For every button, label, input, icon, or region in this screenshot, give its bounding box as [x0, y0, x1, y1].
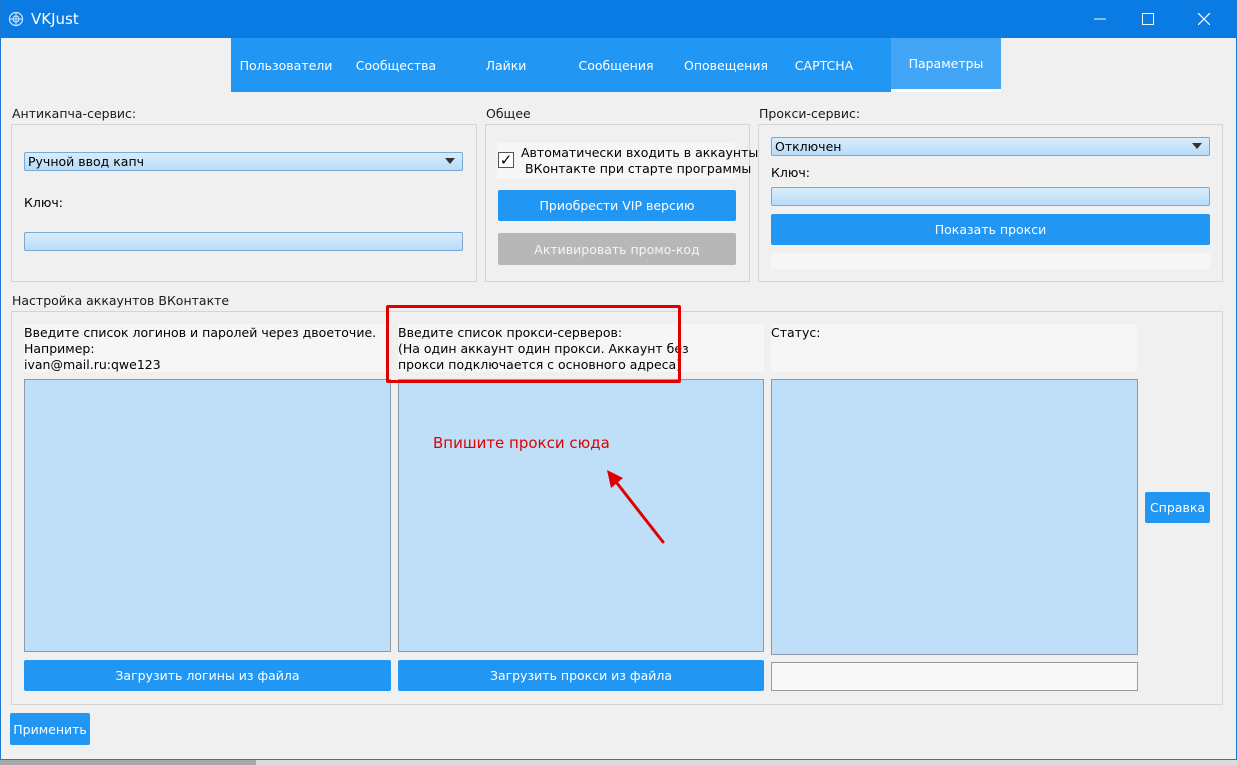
load-proxy-button[interactable]: Загрузить прокси из файла [398, 660, 764, 691]
tab-parameters[interactable]: Параметры [891, 38, 1001, 92]
maximize-button[interactable] [1125, 0, 1171, 38]
window-title: VKJust [31, 10, 79, 28]
tab-messages[interactable]: Сообщения [561, 38, 671, 92]
load-logins-button[interactable]: Загрузить логины из файла [24, 660, 391, 691]
proxy-service-value: Отключен [775, 139, 842, 154]
anticaptcha-heading: Антикапча-сервис: [12, 106, 137, 121]
bottom-edge-segment [0, 760, 256, 765]
proxy-service-select[interactable]: Отключен [771, 137, 1210, 156]
proxy-key-input[interactable] [771, 187, 1210, 206]
logins-textarea[interactable] [24, 379, 391, 652]
status-field[interactable] [771, 662, 1138, 691]
proxy-key-label: Ключ: [771, 165, 810, 180]
chevron-down-icon [1192, 143, 1202, 149]
minimize-button[interactable] [1077, 0, 1123, 38]
help-button[interactable]: Справка [1145, 492, 1210, 523]
auto-login-text-line2: ВКонтакте при старте программы [525, 161, 752, 176]
anticaptcha-service-select[interactable]: Ручной ввод капч [24, 152, 463, 171]
status-label-area [771, 324, 1137, 372]
tab-likes[interactable]: Лайки [451, 38, 561, 92]
buy-vip-button[interactable]: Приобрести VIP версию [498, 190, 736, 221]
annotation-text: Впишите прокси сюда [433, 434, 610, 452]
proxy-service-heading: Прокси-сервис: [759, 106, 861, 121]
auto-login-text-line1: Автоматически входить в аккаунты [521, 145, 759, 160]
chevron-down-icon [445, 158, 455, 164]
anticaptcha-service-value: Ручной ввод капч [28, 154, 145, 169]
app-logo-icon [8, 11, 24, 27]
annotation-arrow-icon [607, 470, 665, 544]
logins-hint-line2: Например: [24, 341, 95, 356]
general-heading: Общее [486, 106, 531, 121]
proxy-status-strip [771, 253, 1210, 269]
tab-captcha[interactable]: CAPTCHA [781, 38, 867, 92]
maximize-icon [1142, 13, 1154, 25]
logins-hint-line3: ivan@mail.ru:qwe123 [24, 357, 161, 372]
auto-login-checkbox[interactable]: ✓ [498, 152, 514, 168]
status-label: Статус: [771, 325, 821, 340]
close-button[interactable] [1181, 0, 1227, 38]
menu-bar: Пользователи Сообщества Лайки Сообщения … [1, 38, 1236, 92]
apply-button[interactable]: Применить [10, 713, 90, 745]
bottom-edge [0, 760, 1237, 765]
proxy-textarea[interactable] [398, 379, 764, 652]
title-bar: VKJust [1, 0, 1236, 38]
annotation-highlight-box [386, 305, 681, 383]
minimize-icon [1094, 18, 1106, 20]
tab-strip: Пользователи Сообщества Лайки Сообщения … [231, 38, 1001, 92]
tab-notifications[interactable]: Оповещения [671, 38, 781, 92]
app-window: VKJust Пользователи Сообщества Лайки Соо… [0, 0, 1237, 760]
close-icon [1198, 13, 1210, 25]
accounts-heading: Настройка аккаунтов ВКонтакте [12, 293, 230, 308]
status-textarea[interactable] [771, 379, 1138, 655]
show-proxy-button[interactable]: Показать прокси [771, 214, 1210, 245]
anticaptcha-key-input[interactable] [24, 232, 463, 251]
anticaptcha-key-label: Ключ: [24, 195, 63, 210]
tab-communities[interactable]: Сообщества [341, 38, 451, 92]
activate-promo-button[interactable]: Активировать промо-код [498, 233, 736, 265]
tab-users[interactable]: Пользователи [231, 38, 341, 92]
anticaptcha-panel [11, 124, 477, 282]
logins-hint-line1: Введите список логинов и паролей через д… [24, 325, 377, 340]
